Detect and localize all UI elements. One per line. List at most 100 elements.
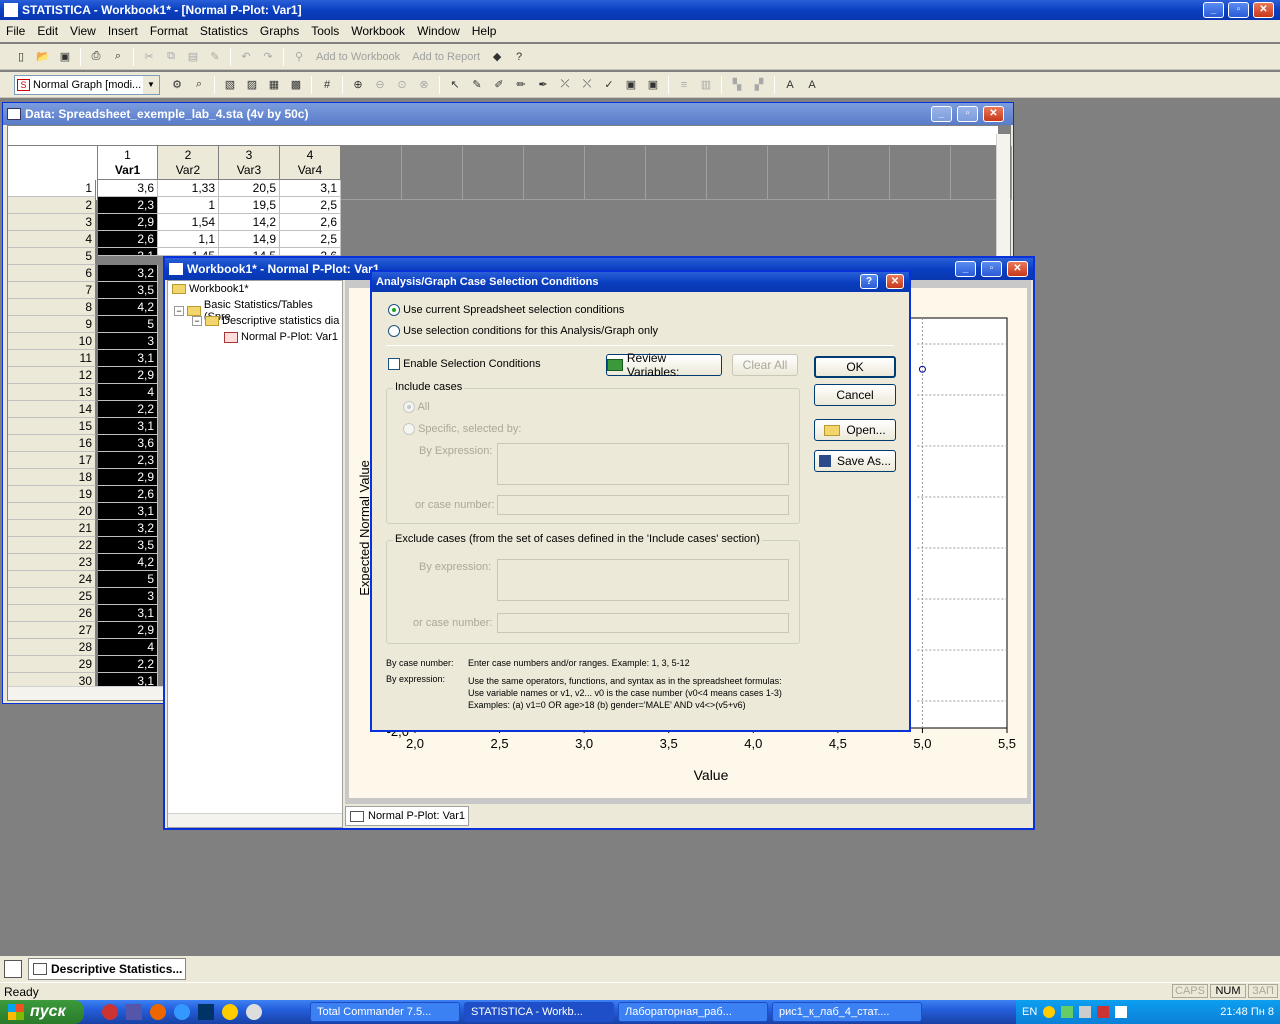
spreadsheet-close-button[interactable]: ✕ <box>983 106 1004 122</box>
menu-window[interactable]: Window <box>411 24 466 38</box>
collapse-icon[interactable]: − <box>174 306 184 316</box>
quick-launch-icon[interactable] <box>126 1004 142 1020</box>
dialog-close-button[interactable]: ✕ <box>886 274 904 289</box>
table-cell[interactable]: 1,1 <box>158 231 219 248</box>
graph-type-combo[interactable]: S Normal Graph [modi... ▼ <box>14 74 160 95</box>
table-cell[interactable]: 1,33 <box>158 180 219 197</box>
open-button[interactable]: Open... <box>814 419 896 441</box>
row-header[interactable]: 11 <box>8 350 96 367</box>
row-header[interactable]: 22 <box>8 537 96 554</box>
table-cell[interactable]: 3,5 <box>98 537 158 554</box>
draw-icon-3[interactable]: ✏ <box>512 76 530 94</box>
table-cell[interactable]: 3,2 <box>98 265 158 282</box>
clock[interactable]: 21:48 Пн 8 <box>1220 1006 1274 1018</box>
table-cell[interactable]: 1,54 <box>158 214 219 231</box>
font-decrease-icon[interactable]: A <box>803 76 821 94</box>
table-cell[interactable]: 2,5 <box>280 197 341 214</box>
table-cell[interactable]: 14,2 <box>219 214 280 231</box>
new-icon[interactable]: ▯ <box>12 48 30 66</box>
layer-icon-1[interactable]: ▚ <box>728 76 746 94</box>
review-variables-button[interactable]: Review Variables: <box>606 351 722 379</box>
zoom-reset-icon[interactable]: ⊙ <box>393 76 411 94</box>
radio-specific[interactable]: Specific, selected by: <box>403 423 521 436</box>
graph-icon[interactable] <box>4 960 22 978</box>
draw-icon-2[interactable]: ✐ <box>490 76 508 94</box>
row-header[interactable]: 3 <box>8 214 96 231</box>
table-cell[interactable]: 2,3 <box>98 197 158 214</box>
row-header[interactable]: 14 <box>8 401 96 418</box>
zoom-in-icon[interactable]: ⊕ <box>349 76 367 94</box>
menu-help[interactable]: Help <box>466 24 503 38</box>
menu-view[interactable]: View <box>64 24 102 38</box>
quick-launch-icon[interactable] <box>222 1004 238 1020</box>
ok-button[interactable]: OK <box>814 356 896 378</box>
table-cell[interactable]: 2,6 <box>98 231 158 248</box>
row-header[interactable]: 9 <box>8 316 96 333</box>
tray-icon[interactable] <box>1079 1006 1092 1018</box>
quick-launch-icon[interactable] <box>102 1004 118 1020</box>
layer-icon-2[interactable]: ▞ <box>750 76 768 94</box>
row-header[interactable]: 20 <box>8 503 96 520</box>
task-word-fig[interactable]: рис1_к_лаб_4_стат.... <box>772 1002 922 1022</box>
point-brush-icon[interactable]: ⤬ <box>578 76 596 94</box>
enable-conditions-checkbox[interactable]: Enable Selection Conditions <box>388 358 541 371</box>
table-cell[interactable]: 2,9 <box>98 214 158 231</box>
table-cell[interactable]: 1 <box>158 197 219 214</box>
menu-format[interactable]: Format <box>144 24 194 38</box>
table-cell[interactable]: 2,2 <box>98 656 158 673</box>
row-header[interactable]: 28 <box>8 639 96 656</box>
table-cell[interactable]: 3,6 <box>98 435 158 452</box>
row-header[interactable]: 10 <box>8 333 96 350</box>
graph-options-icon[interactable]: ⚙ <box>168 76 186 94</box>
table-cell[interactable]: 2,2 <box>98 401 158 418</box>
font-increase-icon[interactable]: A <box>781 76 799 94</box>
table-cell[interactable]: 3,1 <box>98 418 158 435</box>
task-word-lab[interactable]: Лабораторная_раб... <box>618 1002 768 1022</box>
table-cell[interactable]: 14,5 <box>219 248 280 256</box>
row-header[interactable]: 1 <box>8 180 96 197</box>
row-header[interactable]: 18 <box>8 469 96 486</box>
graph-icon-2[interactable]: ▨ <box>243 76 261 94</box>
help-button[interactable]: ? <box>860 274 878 289</box>
row-header[interactable]: 27 <box>8 622 96 639</box>
check-icon[interactable]: ✓ <box>600 76 618 94</box>
column-header-var1[interactable]: 1 Var1 <box>98 146 158 180</box>
restore-button[interactable]: ▫ <box>1228 2 1249 18</box>
close-button[interactable]: ✕ <box>1253 2 1274 18</box>
menu-graphs[interactable]: Graphs <box>254 24 305 38</box>
radio-button[interactable] <box>403 401 415 414</box>
menu-tools[interactable]: Tools <box>305 24 345 38</box>
table-cell[interactable]: 2,5 <box>280 231 341 248</box>
copy-icon[interactable]: ⧉ <box>162 48 180 66</box>
grid-icon[interactable]: # <box>318 76 336 94</box>
table-cell[interactable]: 2,6 <box>98 486 158 503</box>
table-cell[interactable]: 20,5 <box>219 180 280 197</box>
column-header-var3[interactable]: 3 Var3 <box>219 146 280 180</box>
row-header[interactable]: 24 <box>8 571 96 588</box>
table-cell[interactable]: 3,2 <box>98 520 158 537</box>
table-cell[interactable]: 19,5 <box>219 197 280 214</box>
row-header[interactable]: 6 <box>8 265 96 282</box>
menu-file[interactable]: File <box>0 24 31 38</box>
table-cell[interactable]: 3,1 <box>280 180 341 197</box>
print-icon[interactable]: ⎙ <box>87 48 105 66</box>
print-preview-icon[interactable]: ⌕ <box>109 48 127 66</box>
redo-icon[interactable]: ↷ <box>259 48 277 66</box>
spreadsheet-minimize-button[interactable]: _ <box>931 106 952 122</box>
table-cell[interactable]: 3,1 <box>98 248 158 256</box>
tray-icon[interactable] <box>1097 1006 1110 1018</box>
row-header[interactable]: 7 <box>8 282 96 299</box>
include-case-number-field[interactable] <box>497 495 789 515</box>
row-header[interactable]: 12 <box>8 367 96 384</box>
radio-current-conditions[interactable]: Use current Spreadsheet selection condit… <box>388 304 624 317</box>
graph-icon-1[interactable]: ▧ <box>221 76 239 94</box>
zoom-cancel-icon[interactable]: ⊗ <box>415 76 433 94</box>
workbook-restore-button[interactable]: ▫ <box>981 261 1002 277</box>
row-header[interactable]: 29 <box>8 656 96 673</box>
column-header-var2[interactable]: 2 Var2 <box>158 146 219 180</box>
workbook-minimize-button[interactable]: _ <box>955 261 976 277</box>
row-header[interactable]: 5 <box>8 248 96 265</box>
table-cell[interactable]: 2,3 <box>98 452 158 469</box>
row-header[interactable]: 13 <box>8 384 96 401</box>
cut-icon[interactable]: ✂ <box>140 48 158 66</box>
